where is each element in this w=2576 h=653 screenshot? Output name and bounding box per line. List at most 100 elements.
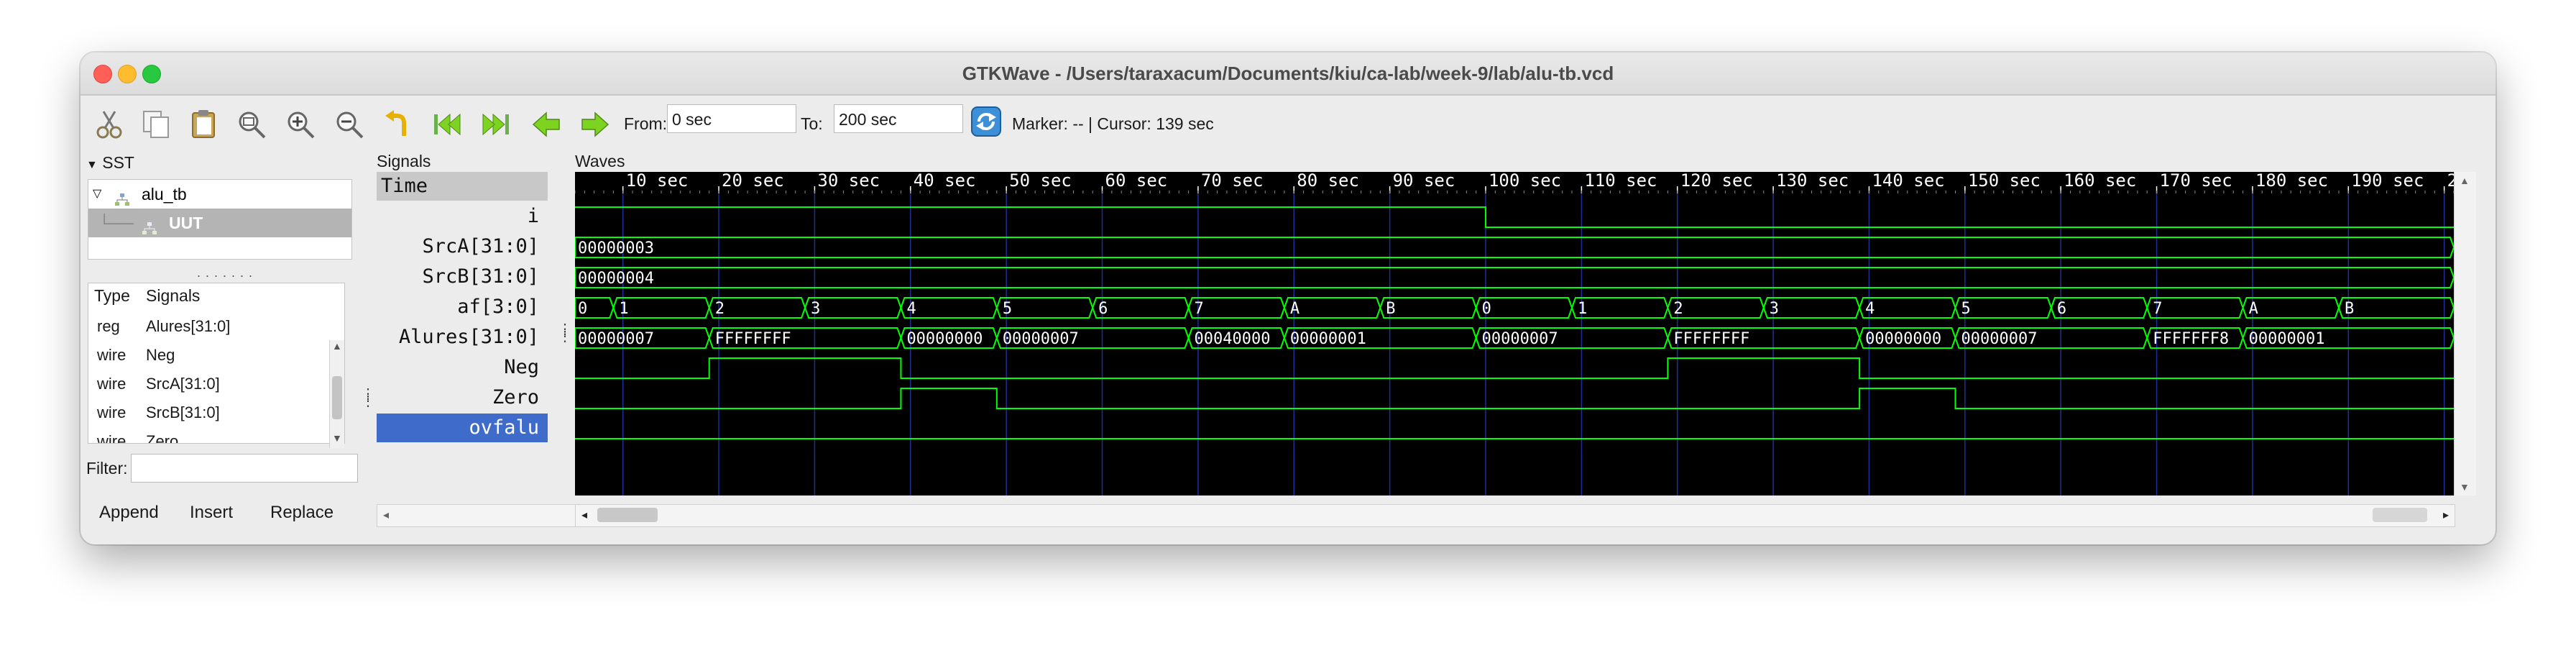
tree-item-uut[interactable]: └── UUT bbox=[88, 209, 351, 237]
signal-type: wire bbox=[97, 403, 126, 421]
bus-value-label: 5 bbox=[1003, 300, 1012, 318]
gtkwave-window: GTKWave - /Users/taraxacum/Documents/kiu… bbox=[80, 52, 2496, 544]
scroll-left-icon[interactable]: ◂ bbox=[383, 508, 389, 522]
paste-icon[interactable] bbox=[188, 109, 220, 140]
bus-value-label: 3 bbox=[811, 300, 820, 318]
window-title: GTKWave - /Users/taraxacum/Documents/kiu… bbox=[962, 63, 1614, 84]
ruler-label: 170 sec bbox=[2160, 172, 2232, 191]
zoom-out-icon[interactable] bbox=[334, 109, 365, 140]
ruler-label: 120 sec bbox=[1680, 172, 1753, 191]
ruler-label: 160 sec bbox=[2064, 172, 2136, 191]
bus-value-label: 5 bbox=[1961, 300, 1970, 318]
insert-button[interactable]: Insert bbox=[190, 503, 233, 523]
signal-row-zero[interactable]: Zero bbox=[377, 383, 548, 412]
bus-value-label: 00000007 bbox=[1961, 330, 2037, 348]
signals-pane: Time i SrcA[31:0] SrcB[31:0] af[3:0] Alu… bbox=[377, 172, 548, 483]
toolbar: From: 0 sec To: 200 sec Marker: -- | Cur… bbox=[80, 96, 2496, 152]
scroll-down-icon[interactable]: ▼ bbox=[332, 432, 342, 444]
signal-type: reg bbox=[97, 317, 120, 335]
scroll-up-icon[interactable]: ▲ bbox=[332, 340, 342, 352]
undo-icon[interactable] bbox=[382, 109, 414, 140]
append-button[interactable]: Append bbox=[99, 503, 159, 523]
list-item[interactable]: wire Neg bbox=[88, 341, 344, 370]
scroll-right-icon[interactable]: ▸ bbox=[2443, 508, 2449, 522]
signal-row-srcb[interactable]: SrcB[31:0] bbox=[377, 262, 548, 291]
sst-header[interactable]: ▼ SST bbox=[86, 153, 134, 173]
expand-triangle-icon[interactable]: ▽ bbox=[93, 180, 101, 209]
list-item[interactable]: wire SrcB[31:0] bbox=[88, 398, 344, 427]
scroll-up-icon[interactable]: ▲ bbox=[2460, 175, 2470, 186]
tree-connector: └── bbox=[98, 214, 134, 232]
bus-segment bbox=[574, 267, 2455, 288]
scrollbar-track-end bbox=[2373, 508, 2427, 522]
signal-row-alures[interactable]: Alures[31:0] bbox=[377, 323, 548, 352]
signals-column-header[interactable]: Signals bbox=[146, 286, 200, 306]
zoom-in-icon[interactable] bbox=[285, 109, 316, 140]
jump-end-icon[interactable] bbox=[480, 109, 512, 140]
waves-hscrollbar[interactable]: ◂ ▸ bbox=[575, 504, 2455, 527]
bus-segment bbox=[2337, 297, 2455, 319]
replace-button[interactable]: Replace bbox=[270, 503, 334, 523]
tree-item-alu-tb[interactable]: ▽ alu_tb bbox=[88, 180, 351, 209]
ruler-label: 60 sec bbox=[1105, 172, 1168, 191]
scroll-down-icon[interactable]: ▼ bbox=[2460, 481, 2470, 493]
forward-icon[interactable] bbox=[579, 109, 611, 140]
sst-title: SST bbox=[102, 153, 134, 172]
zoom-fit-icon[interactable] bbox=[236, 109, 267, 140]
list-item[interactable]: wire Zero bbox=[88, 427, 344, 444]
collapse-triangle-icon[interactable]: ▼ bbox=[86, 159, 98, 171]
copy-icon[interactable] bbox=[141, 109, 172, 140]
pane-splitter[interactable]: . . . . . . . bbox=[197, 265, 253, 280]
ruler-label: 90 sec bbox=[1393, 172, 1455, 191]
jump-start-icon[interactable] bbox=[431, 109, 463, 140]
signal-row-srca[interactable]: SrcA[31:0] bbox=[377, 232, 548, 261]
to-time-input[interactable]: 200 sec bbox=[834, 104, 963, 133]
filter-input[interactable] bbox=[131, 454, 358, 483]
signal-name: Neg bbox=[146, 346, 175, 364]
bus-value-label: 6 bbox=[2057, 300, 2066, 318]
signal-name: SrcA[31:0] bbox=[146, 375, 220, 393]
bus-value-label: 00000000 bbox=[906, 330, 983, 348]
bus-value-label: 00000004 bbox=[578, 270, 654, 288]
bus-value-label: 00000007 bbox=[1003, 330, 1079, 348]
bus-value-label: B bbox=[1386, 300, 1395, 318]
signal-list-scrollbar[interactable]: ▲ ▼ bbox=[329, 340, 344, 448]
pane-splitter-vertical[interactable]: ⋮ ⋮ bbox=[558, 322, 572, 369]
waveform-canvas[interactable]: 10 sec 20 sec 30 sec 40 sec 50 sec 60 sec 70 s… bbox=[574, 170, 2468, 496]
scrollbar-thumb[interactable] bbox=[332, 376, 342, 419]
reload-icon[interactable] bbox=[970, 106, 1002, 137]
bus-value-label: 4 bbox=[1865, 300, 1874, 318]
bus-value-label: 0 bbox=[578, 300, 587, 318]
bus-value-label: 00000003 bbox=[578, 239, 654, 257]
bus-value-label: 2 bbox=[1673, 300, 1683, 318]
bus-value-label: 00000000 bbox=[1865, 330, 1941, 348]
signal-type-list: Type Signals reg Alures[31:0] wire Neg w… bbox=[88, 283, 345, 444]
time-header[interactable]: Time bbox=[377, 172, 548, 201]
ruler-label: 20 sec bbox=[722, 172, 784, 191]
hierarchy-tree: ▽ alu_tb └── UUT bbox=[88, 179, 352, 260]
bus-segment bbox=[574, 237, 2455, 258]
list-item[interactable]: reg Alures[31:0] bbox=[88, 312, 344, 341]
ruler-label: 130 sec bbox=[1776, 172, 1849, 191]
bus-value-label: 7 bbox=[2153, 300, 2162, 318]
tree-label: alu_tb bbox=[142, 185, 187, 204]
ruler-label: 20 bbox=[2447, 172, 2454, 191]
signal-row-ovfalu[interactable]: ovfalu bbox=[377, 414, 548, 442]
signal-type: wire bbox=[97, 432, 126, 444]
bus-value-label: 00000001 bbox=[1290, 330, 1366, 348]
scrollbar-thumb[interactable] bbox=[597, 508, 658, 522]
waves-area[interactable]: 10 sec 20 sec 30 sec 40 sec 50 sec 60 sec 70 s… bbox=[574, 170, 2468, 496]
scroll-left-icon[interactable]: ◂ bbox=[581, 508, 587, 522]
waves-vscrollbar[interactable]: ▲ ▼ bbox=[2454, 172, 2476, 496]
back-icon[interactable] bbox=[530, 109, 562, 140]
from-time-input[interactable]: 0 sec bbox=[667, 104, 796, 133]
type-column-header[interactable]: Type bbox=[94, 286, 130, 306]
signal-row-af[interactable]: af[3:0] bbox=[377, 293, 548, 321]
ruler-label: 50 sec bbox=[1009, 172, 1072, 191]
signal-row-neg[interactable]: Neg bbox=[377, 353, 548, 382]
list-item[interactable]: wire SrcA[31:0] bbox=[88, 370, 344, 398]
bus-value-label: 2 bbox=[715, 300, 724, 318]
pane-splitter-vertical[interactable]: ⋮ ⋮ bbox=[361, 387, 375, 434]
cut-icon[interactable] bbox=[93, 109, 125, 140]
signal-row-i[interactable]: i bbox=[377, 202, 548, 231]
